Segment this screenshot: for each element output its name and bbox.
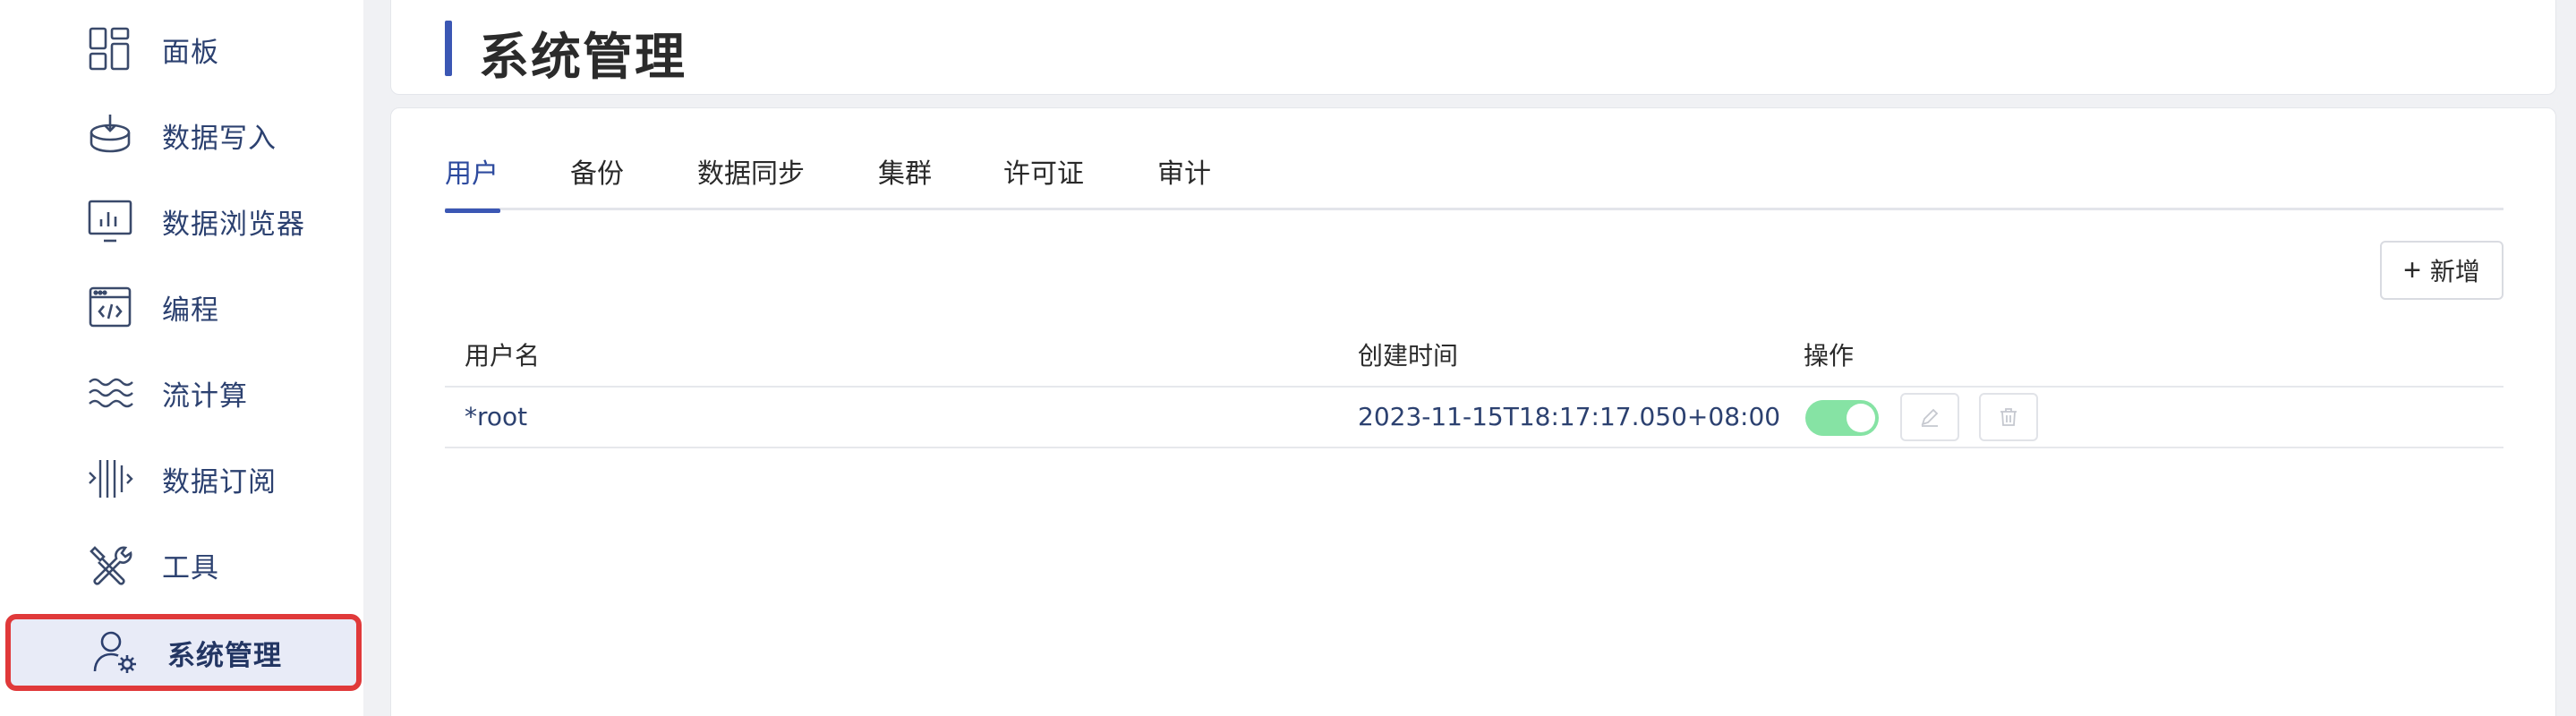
active-tab-indicator — [445, 209, 500, 213]
table-row: *root 2023-11-15T18:17:17.050+08:00 — [445, 388, 2503, 448]
data-import-icon — [86, 111, 134, 159]
tools-icon — [86, 541, 134, 589]
toggle-knob — [1847, 404, 1875, 432]
tab-label: 集群 — [878, 158, 932, 190]
tab-users[interactable]: 用户 — [445, 155, 500, 213]
users-table: 用户名 创建时间 操作 *root 2023-11-15T18:17:17.05… — [445, 327, 2503, 448]
sidebar-item-label: 流计算 — [162, 379, 248, 413]
tab-audit[interactable]: 审计 — [1157, 155, 1211, 210]
page-header: 系统管理 — [390, 0, 2556, 95]
delete-user-button[interactable] — [1979, 393, 2038, 441]
tab-label: 用户 — [445, 158, 499, 190]
column-header-actions: 操作 — [1804, 341, 1855, 371]
sidebar-item-dashboard[interactable]: 面板 — [0, 9, 363, 90]
title-accent-bar — [445, 21, 452, 76]
tab-license[interactable]: 许可证 — [1003, 155, 1084, 210]
chart-browser-icon — [86, 197, 134, 245]
created-time-cell: 2023-11-15T18:17:17.050+08:00 — [1358, 402, 1781, 431]
sidebar-item-stream-computing[interactable]: 流计算 — [0, 353, 363, 433]
plus-icon: + — [2403, 253, 2421, 287]
tab-label: 数据同步 — [697, 158, 805, 190]
subscription-icon — [86, 455, 134, 503]
sidebar-item-label: 数据订阅 — [162, 465, 277, 499]
dashboard-icon — [86, 25, 134, 73]
sidebar-item-system-management[interactable]: 系统管理 — [5, 614, 362, 691]
sidebar-item-data-browser[interactable]: 数据浏览器 — [0, 181, 363, 261]
add-user-button[interactable]: + 新增 — [2380, 241, 2503, 300]
sidebar-item-label: 工具 — [162, 551, 219, 584]
sidebar-item-data-subscription[interactable]: 数据订阅 — [0, 439, 363, 519]
column-header-username: 用户名 — [465, 341, 541, 371]
tab-label: 许可证 — [1003, 158, 1084, 190]
sidebar: 面板 数据写入 数据浏览器 编程 流计算 数据订阅 工具 系统管理 — [0, 0, 363, 716]
enable-user-toggle[interactable] — [1805, 400, 1879, 436]
sidebar-item-label: 数据浏览器 — [162, 208, 305, 241]
tab-bar: 用户 备份 数据同步 集群 许可证 审计 — [445, 155, 2503, 213]
sidebar-item-label: 数据写入 — [162, 122, 277, 155]
table-header: 用户名 创建时间 操作 — [445, 327, 2503, 388]
stream-waves-icon — [86, 369, 134, 417]
tab-cluster[interactable]: 集群 — [878, 155, 932, 210]
sidebar-item-tools[interactable]: 工具 — [0, 524, 363, 605]
edit-pencil-icon — [1921, 408, 1939, 427]
tab-label: 审计 — [1157, 158, 1211, 190]
sidebar-item-label: 系统管理 — [167, 639, 282, 672]
user-settings-icon — [91, 628, 140, 677]
sidebar-item-label: 面板 — [162, 36, 219, 69]
column-header-created: 创建时间 — [1358, 341, 1459, 371]
sidebar-item-data-import[interactable]: 数据写入 — [0, 95, 363, 175]
trash-icon — [2000, 408, 2017, 426]
add-button-label: 新增 — [2429, 258, 2480, 286]
username-cell: *root — [465, 402, 528, 431]
tab-backup[interactable]: 备份 — [570, 155, 624, 210]
tab-label: 备份 — [570, 158, 624, 190]
sidebar-item-label: 编程 — [162, 294, 219, 327]
edit-user-button[interactable] — [1900, 393, 1959, 441]
app-root: 面板 数据写入 数据浏览器 编程 流计算 数据订阅 工具 系统管理 系统管理 用… — [0, 0, 2576, 716]
page-title: 系统管理 — [479, 29, 687, 87]
main-panel: 用户 备份 数据同步 集群 许可证 审计 + 新增 用户名 创建时间 操作 *r… — [390, 107, 2556, 716]
sidebar-item-programming[interactable]: 编程 — [0, 267, 363, 347]
code-window-icon — [86, 283, 134, 331]
tab-data-sync[interactable]: 数据同步 — [697, 155, 805, 210]
